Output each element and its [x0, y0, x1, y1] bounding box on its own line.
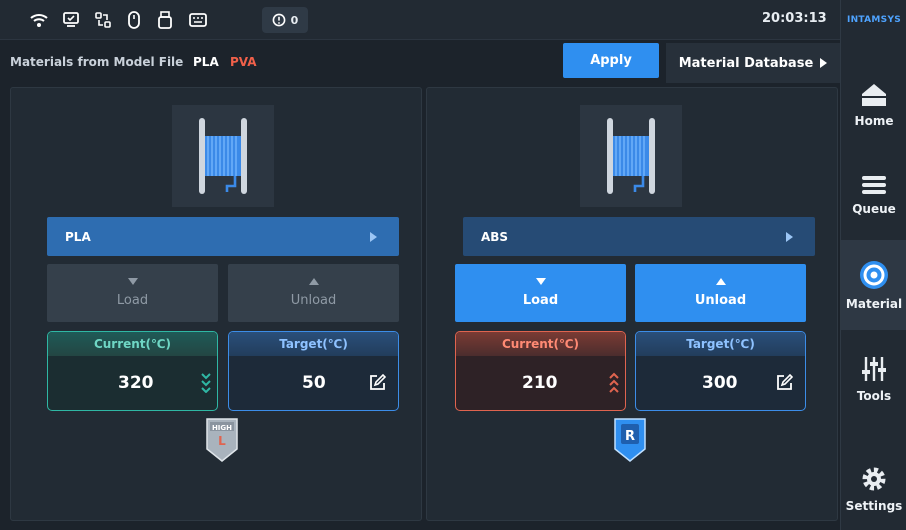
spool-image: [172, 105, 274, 207]
right-current-temp: Current(℃) 210: [455, 331, 626, 411]
model-material-pva: PVA: [230, 55, 257, 69]
material-database-button[interactable]: Material Database: [666, 43, 840, 83]
sidebar-item-label: Tools: [856, 389, 892, 403]
arrow-up-icon: [715, 278, 726, 285]
sidebar-item-home[interactable]: Home: [841, 60, 906, 150]
wifi-icon[interactable]: [27, 8, 51, 32]
right-material-select[interactable]: ABS: [463, 217, 815, 256]
sidebar-item-label: Settings: [845, 499, 903, 513]
sidebar-item-label: Material: [845, 297, 903, 311]
target-temp-label: Target(℃): [229, 332, 398, 356]
left-nozzle-badge: HIGH L: [206, 418, 238, 462]
chevron-right-icon: [820, 58, 828, 68]
arrow-up-icon: [308, 278, 319, 285]
sidebar-item-label: Home: [854, 114, 894, 128]
current-temp-label: Current(℃): [456, 332, 625, 356]
target-temp-value: 50: [302, 373, 326, 393]
status-bar: 0 20:03:13: [0, 0, 840, 40]
sidebar-item-material[interactable]: Material: [841, 240, 906, 330]
arrow-down-icon: [535, 278, 546, 285]
sidebar-item-settings[interactable]: Settings: [841, 444, 906, 530]
home-icon: [862, 84, 886, 106]
edit-icon[interactable]: [368, 374, 386, 392]
alert-indicator[interactable]: 0: [262, 7, 308, 33]
material-database-label: Material Database: [678, 55, 814, 71]
unload-label: Unload: [694, 293, 747, 308]
right-extruder-panel: ABS Load Unload Current(℃) 210 Target(℃)…: [426, 87, 838, 521]
unload-label: Unload: [290, 293, 337, 308]
model-material-pla: PLA: [193, 55, 219, 69]
settings-icon: [862, 467, 886, 491]
current-temp-value: 320: [118, 373, 154, 393]
spool-icon: [199, 118, 247, 194]
chevron-right-icon: [786, 231, 793, 242]
sidebar: INTAMSYS Home Queue Material Tools Setti…: [840, 0, 906, 530]
left-current-temp: Current(℃) 320: [47, 331, 218, 411]
right-load-button[interactable]: Load: [455, 264, 626, 322]
right-target-temp[interactable]: Target(℃) 300: [635, 331, 806, 411]
right-nozzle-badge: R: [614, 418, 646, 462]
left-material-name: PLA: [65, 229, 91, 244]
left-target-temp[interactable]: Target(℃) 50: [228, 331, 399, 411]
badge-letter: L: [218, 434, 226, 448]
heating-arrows-icon: [609, 372, 619, 393]
left-extruder-panel: PLA Load Unload Current(℃) 320 Target(℃)…: [10, 87, 422, 521]
alert-count: 0: [290, 13, 299, 27]
monitor-check-icon[interactable]: [59, 8, 83, 32]
badge-letter: R: [625, 429, 635, 444]
sidebar-item-queue[interactable]: Queue: [841, 150, 906, 240]
tools-icon: [862, 357, 886, 381]
cooling-arrows-icon: [201, 373, 211, 393]
chevron-right-icon: [370, 231, 377, 242]
current-temp-value: 210: [522, 373, 558, 393]
left-unload-button[interactable]: Unload: [228, 264, 399, 322]
apply-button[interactable]: Apply: [563, 43, 659, 78]
material-screen: 0 20:03:13 INTAMSYS Home Queue Material …: [0, 0, 906, 530]
mouse-icon[interactable]: [122, 8, 146, 32]
current-temp-label: Current(℃): [48, 332, 217, 356]
load-label: Load: [116, 293, 149, 308]
load-label: Load: [522, 293, 559, 308]
network-icon[interactable]: [91, 8, 115, 32]
material-icon: [860, 261, 888, 289]
right-unload-button[interactable]: Unload: [635, 264, 806, 322]
brand-logo: INTAMSYS: [846, 15, 902, 25]
arrow-down-icon: [127, 278, 138, 285]
edit-icon[interactable]: [775, 374, 793, 392]
queue-icon: [862, 176, 886, 194]
clock: 20:03:13: [762, 11, 827, 26]
target-temp-label: Target(℃): [636, 332, 805, 356]
alert-icon: [272, 13, 286, 27]
sidebar-item-tools[interactable]: Tools: [841, 334, 906, 424]
sidebar-item-label: Queue: [852, 202, 896, 216]
left-material-select[interactable]: PLA: [47, 217, 399, 256]
usb-drive-icon[interactable]: [153, 8, 177, 32]
right-material-name: ABS: [481, 229, 509, 244]
badge-top-text: HIGH: [212, 424, 232, 432]
materials-from-model-label: Materials from Model File: [10, 55, 184, 69]
spool-image: [580, 105, 682, 207]
target-temp-value: 300: [702, 373, 738, 393]
keyboard-icon[interactable]: [186, 8, 210, 32]
spool-icon: [607, 118, 655, 194]
material-header: Materials from Model File PLA PVA Apply …: [0, 41, 840, 85]
left-load-button[interactable]: Load: [47, 264, 218, 322]
